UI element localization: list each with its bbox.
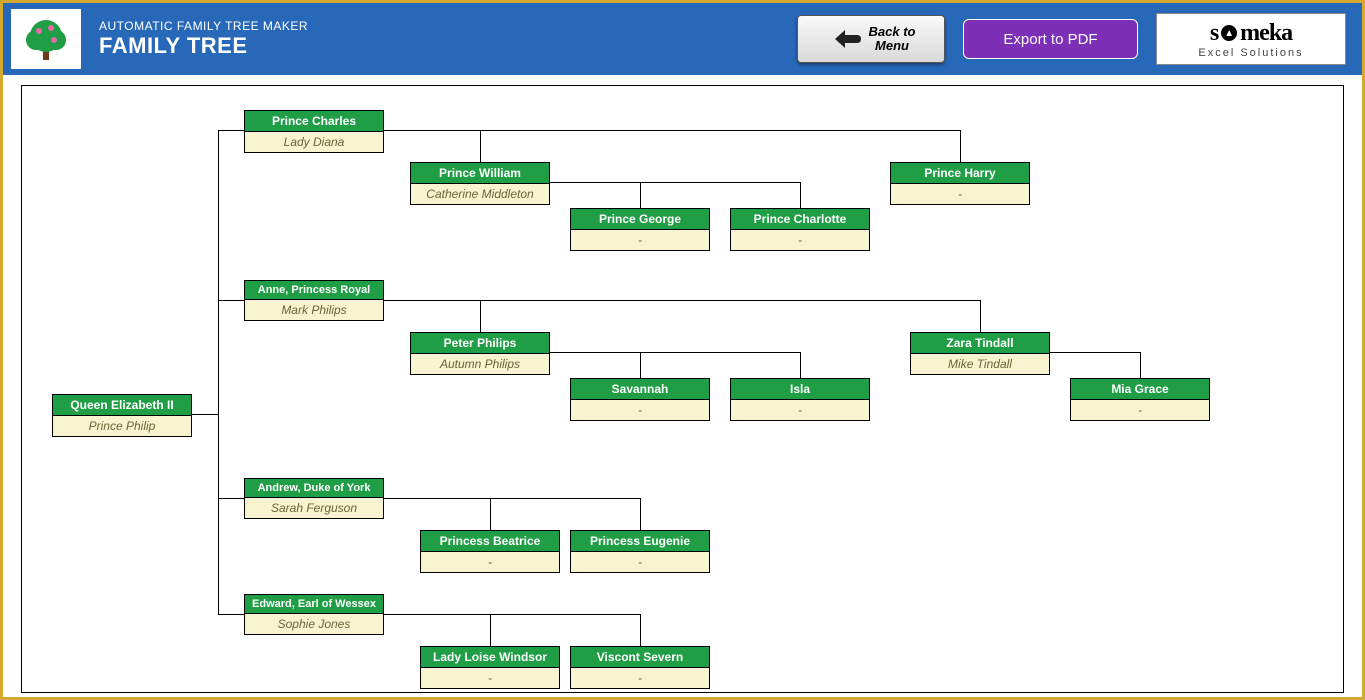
node-grandchild: Prince William Catherine Middleton [410, 162, 550, 205]
node-primary: Peter Philips [411, 333, 549, 354]
app-title: FAMILY TREE [99, 33, 308, 59]
node-greatgrandchild: Isla - [730, 378, 870, 421]
brand-name: smeka [1210, 20, 1292, 47]
node-spouse: Sophie Jones [245, 614, 383, 634]
node-spouse: Mike Tindall [911, 354, 1049, 374]
tree-icon [21, 14, 71, 64]
node-child: Edward, Earl of Wessex Sophie Jones [244, 594, 384, 635]
node-spouse: - [1071, 400, 1209, 420]
export-pdf-button[interactable]: Export to PDF [963, 19, 1138, 59]
node-primary: Princess Eugenie [571, 531, 709, 552]
node-spouse: - [421, 552, 559, 572]
node-spouse: Lady Diana [245, 132, 383, 152]
node-primary: Mia Grace [1071, 379, 1209, 400]
node-grandchild: Princess Eugenie - [570, 530, 710, 573]
node-spouse: - [571, 668, 709, 688]
node-greatgrandchild: Prince George - [570, 208, 710, 251]
back-to-menu-button[interactable]: Back toMenu [797, 15, 945, 63]
node-grandchild: Lady Loise Windsor - [420, 646, 560, 689]
node-grandchild: Prince Harry - [890, 162, 1030, 205]
node-spouse: - [731, 230, 869, 250]
node-primary: Viscont Severn [571, 647, 709, 668]
node-greatgrandchild: Savannah - [570, 378, 710, 421]
node-primary: Zara Tindall [911, 333, 1049, 354]
node-primary: Prince Charles [245, 111, 383, 132]
brand-dot-icon [1221, 25, 1237, 41]
node-spouse: - [571, 230, 709, 250]
node-primary: Isla [731, 379, 869, 400]
node-primary: Prince Charlotte [731, 209, 869, 230]
node-primary: Savannah [571, 379, 709, 400]
node-primary: Edward, Earl of Wessex [245, 595, 383, 614]
node-primary: Prince George [571, 209, 709, 230]
node-grandchild: Zara Tindall Mike Tindall [910, 332, 1050, 375]
app-header: AUTOMATIC FAMILY TREE MAKER FAMILY TREE … [3, 3, 1362, 75]
node-greatgrandchild: Prince Charlotte - [730, 208, 870, 251]
node-child: Andrew, Duke of York Sarah Ferguson [244, 478, 384, 519]
node-spouse: Sarah Ferguson [245, 498, 383, 518]
node-primary: Andrew, Duke of York [245, 479, 383, 498]
node-spouse: - [891, 184, 1029, 204]
node-grandchild: Peter Philips Autumn Philips [410, 332, 550, 375]
node-spouse: Prince Philip [53, 416, 191, 436]
node-spouse: Catherine Middleton [411, 184, 549, 204]
brand-tagline: Excel Solutions [1198, 47, 1303, 59]
app-subtitle: AUTOMATIC FAMILY TREE MAKER [99, 19, 308, 33]
title-block: AUTOMATIC FAMILY TREE MAKER FAMILY TREE [99, 19, 308, 59]
export-button-label: Export to PDF [1003, 31, 1097, 48]
back-arrow-icon [827, 25, 863, 53]
node-grandchild: Princess Beatrice - [420, 530, 560, 573]
node-primary: Lady Loise Windsor [421, 647, 559, 668]
node-child: Prince Charles Lady Diana [244, 110, 384, 153]
node-spouse: - [731, 400, 869, 420]
node-primary: Prince Harry [891, 163, 1029, 184]
node-root: Queen Elizabeth II Prince Philip [52, 394, 192, 437]
back-button-label: Back toMenu [869, 25, 916, 54]
tree-canvas: Queen Elizabeth II Prince Philip Prince … [21, 85, 1344, 693]
app-logo [11, 9, 81, 69]
node-spouse: Autumn Philips [411, 354, 549, 374]
node-primary: Princess Beatrice [421, 531, 559, 552]
brand-badge: smeka Excel Solutions [1156, 13, 1346, 65]
node-grandchild: Viscont Severn - [570, 646, 710, 689]
node-child: Anne, Princess Royal Mark Philips [244, 280, 384, 321]
node-spouse: Mark Philips [245, 300, 383, 320]
node-greatgrandchild: Mia Grace - [1070, 378, 1210, 421]
node-spouse: - [571, 552, 709, 572]
node-primary: Prince William [411, 163, 549, 184]
node-spouse: - [571, 400, 709, 420]
node-primary: Anne, Princess Royal [245, 281, 383, 300]
node-primary: Queen Elizabeth II [53, 395, 191, 416]
node-spouse: - [421, 668, 559, 688]
